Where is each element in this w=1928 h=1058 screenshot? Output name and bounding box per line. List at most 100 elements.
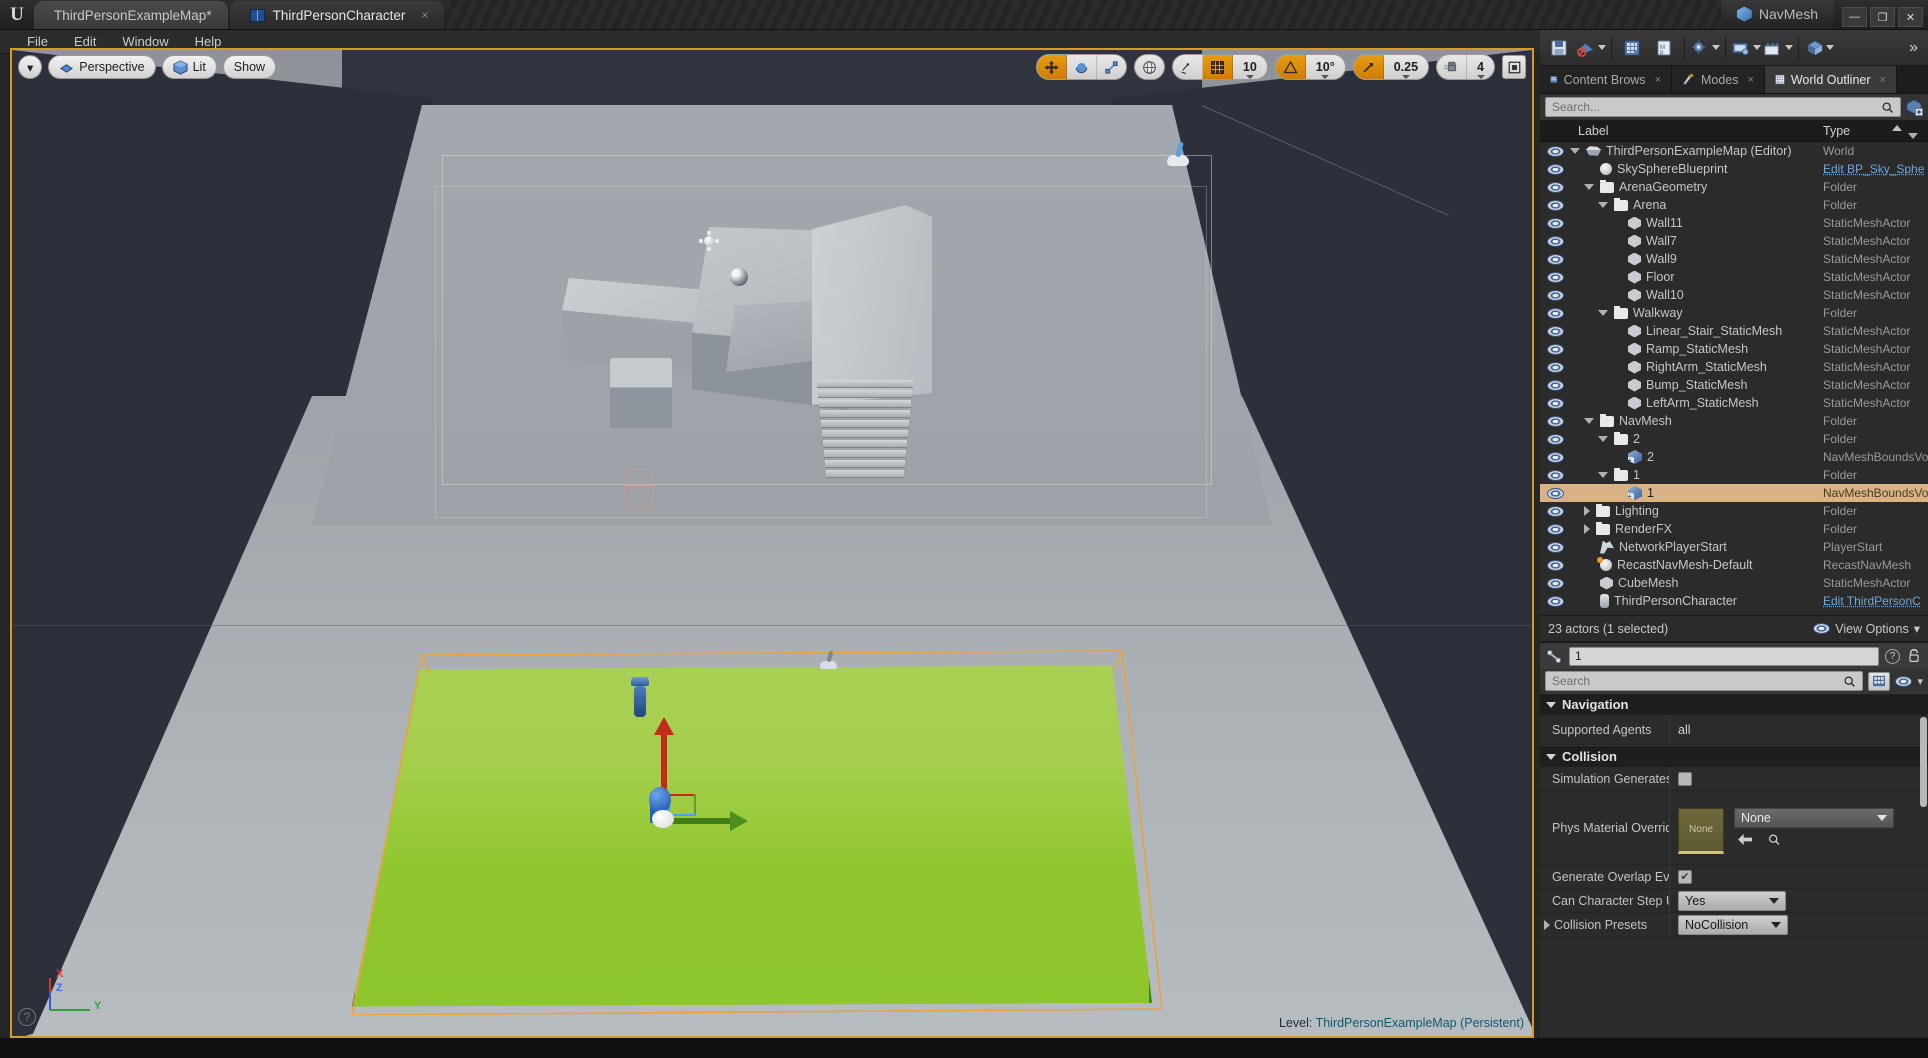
gizmo-center-ball[interactable] bbox=[649, 787, 671, 813]
navmesh-bounds-volume-1[interactable] bbox=[351, 650, 1162, 1015]
grid-snap-toggle[interactable] bbox=[1202, 55, 1233, 79]
outliner-row[interactable]: Arena Folder bbox=[1540, 196, 1928, 214]
outliner-row[interactable]: CubeMesh StaticMeshActor bbox=[1540, 574, 1928, 592]
close-icon[interactable]: × bbox=[421, 8, 428, 22]
outliner-row[interactable]: Wall11 StaticMeshActor bbox=[1540, 214, 1928, 232]
gizmo-plane-handle-yz[interactable] bbox=[694, 794, 696, 816]
content-button[interactable] bbox=[1617, 33, 1647, 63]
outliner-row[interactable]: SkySphereBlueprint Edit BP_Sky_Sphe bbox=[1540, 160, 1928, 178]
details-search-input[interactable]: Search bbox=[1545, 671, 1864, 691]
outliner-row[interactable]: Walkway Folder bbox=[1540, 304, 1928, 322]
chevron-down-icon[interactable] bbox=[1598, 310, 1608, 316]
chevron-down-icon[interactable] bbox=[1570, 148, 1580, 154]
back-arrow-icon[interactable] bbox=[1738, 833, 1753, 846]
outliner-row[interactable]: Wall10 StaticMeshActor bbox=[1540, 286, 1928, 304]
column-options-icon[interactable] bbox=[1908, 132, 1918, 139]
outliner-row[interactable]: ThirdPersonExampleMap (Editor) World bbox=[1540, 142, 1928, 160]
visibility-toggle[interactable] bbox=[1540, 217, 1570, 229]
visibility-toggle[interactable] bbox=[1540, 397, 1570, 409]
visibility-toggle[interactable] bbox=[1540, 307, 1570, 319]
gizmo-pivot[interactable] bbox=[652, 810, 674, 828]
gizmo-plane-handle-xz[interactable] bbox=[668, 794, 696, 796]
restore-button[interactable]: ❐ bbox=[1870, 7, 1895, 27]
view-mode-button[interactable]: Lit bbox=[161, 55, 217, 79]
outliner-row[interactable]: LeftArm_StaticMesh StaticMeshActor bbox=[1540, 394, 1928, 412]
view-options-button[interactable]: View Options ▾ bbox=[1813, 621, 1920, 636]
visibility-toggle[interactable] bbox=[1540, 559, 1570, 571]
gizmo-y-axis[interactable] bbox=[666, 818, 734, 824]
tab-world-outliner[interactable]: World Outliner × bbox=[1764, 66, 1897, 93]
outliner-search-input[interactable]: Search... bbox=[1545, 97, 1901, 117]
outliner-row[interactable]: Bump_StaticMesh StaticMeshActor bbox=[1540, 376, 1928, 394]
chevron-down-icon[interactable] bbox=[1598, 472, 1608, 478]
outliner-row-type[interactable]: Edit BP_Sky_Sphe bbox=[1823, 162, 1928, 176]
visibility-toggle[interactable] bbox=[1540, 145, 1570, 157]
visibility-toggle[interactable] bbox=[1540, 181, 1570, 193]
visibility-toggle[interactable] bbox=[1540, 253, 1570, 265]
outliner-row[interactable]: RenderFX Folder bbox=[1540, 520, 1928, 538]
chevron-down-icon[interactable]: ▾ bbox=[1917, 675, 1923, 688]
outliner-row[interactable]: Wall9 StaticMeshActor bbox=[1540, 250, 1928, 268]
outliner-row-type[interactable]: Edit ThirdPersonC bbox=[1823, 594, 1928, 608]
angle-snap-toggle[interactable] bbox=[1275, 55, 1306, 79]
level-viewport[interactable]: ▾ Perspective Lit Show 10 10° 0.25 4 X Z… bbox=[10, 48, 1534, 1038]
world-outliner-list[interactable]: ThirdPersonExampleMap (Editor) World Sky… bbox=[1540, 142, 1928, 615]
maximize-viewport-button[interactable] bbox=[1502, 55, 1526, 79]
visibility-toggle[interactable] bbox=[1540, 271, 1570, 283]
actor-name-input[interactable]: 1 bbox=[1569, 646, 1879, 666]
visibility-toggle[interactable] bbox=[1540, 451, 1570, 463]
visibility-toggle[interactable] bbox=[1540, 235, 1570, 247]
outliner-row[interactable]: + 1 NavMeshBoundsVo bbox=[1540, 484, 1928, 502]
visibility-toggle[interactable] bbox=[1540, 343, 1570, 355]
visibility-toggle[interactable] bbox=[1540, 199, 1570, 211]
gizmo-z-arrow[interactable] bbox=[654, 717, 674, 735]
visibility-toggle[interactable] bbox=[1540, 433, 1570, 445]
simulation-hit-events-checkbox[interactable] bbox=[1678, 771, 1692, 786]
visibility-toggle[interactable] bbox=[1540, 379, 1570, 391]
property-value[interactable]: all bbox=[1670, 723, 1928, 737]
viewport-3d-scene[interactable] bbox=[12, 50, 1532, 1036]
visibility-toggle[interactable] bbox=[1540, 289, 1570, 301]
source-control-button[interactable] bbox=[1576, 33, 1606, 63]
cinematics-button[interactable] bbox=[1763, 33, 1793, 63]
camera-type-button[interactable]: Perspective bbox=[48, 55, 156, 79]
scale-snap-toggle[interactable] bbox=[1353, 55, 1384, 79]
close-button[interactable]: ✕ bbox=[1898, 7, 1923, 27]
chevron-right-icon[interactable] bbox=[1584, 506, 1590, 516]
minimize-button[interactable]: — bbox=[1842, 7, 1867, 27]
chevron-down-icon[interactable] bbox=[1584, 184, 1594, 190]
chevron-right-icon[interactable] bbox=[1544, 919, 1550, 930]
visibility-toggle[interactable] bbox=[1540, 487, 1570, 499]
outliner-row[interactable]: Floor StaticMeshActor bbox=[1540, 268, 1928, 286]
label-column-header[interactable]: Label bbox=[1570, 124, 1823, 138]
outliner-row[interactable]: + 2 NavMeshBoundsVo bbox=[1540, 448, 1928, 466]
lock-icon[interactable] bbox=[1906, 648, 1922, 664]
viewport-options-button[interactable]: ▾ bbox=[18, 55, 43, 79]
phys-material-dropdown[interactable]: None bbox=[1734, 807, 1894, 828]
scale-mode-button[interactable] bbox=[1097, 55, 1126, 79]
category-navigation[interactable]: Navigation bbox=[1540, 693, 1928, 715]
collision-presets-dropdown[interactable]: NoCollision bbox=[1678, 914, 1788, 935]
world-coordinates-button[interactable] bbox=[1135, 55, 1164, 79]
angle-snap-value[interactable]: 10° bbox=[1306, 55, 1345, 79]
scale-snap-value[interactable]: 0.25 bbox=[1384, 55, 1428, 79]
visibility-toggle[interactable] bbox=[1540, 505, 1570, 517]
outliner-row[interactable]: NetworkPlayerStart PlayerStart bbox=[1540, 538, 1928, 556]
phys-material-thumbnail[interactable]: None bbox=[1678, 807, 1724, 854]
move-mode-button[interactable] bbox=[1036, 55, 1067, 79]
gizmo-y-arrow[interactable] bbox=[730, 811, 748, 831]
rotate-mode-button[interactable] bbox=[1067, 55, 1097, 79]
visibility-toggle[interactable] bbox=[1540, 415, 1570, 427]
outliner-row[interactable]: ArenaGeometry Folder bbox=[1540, 178, 1928, 196]
visibility-toggle[interactable] bbox=[1540, 523, 1570, 535]
outliner-row[interactable]: 1 Folder bbox=[1540, 466, 1928, 484]
tab-modes[interactable]: Modes × bbox=[1672, 66, 1765, 93]
marketplace-button[interactable]: M p bbox=[1649, 33, 1679, 63]
chevron-down-icon[interactable] bbox=[1598, 436, 1608, 442]
major-tab-thirdpersoncharacter[interactable]: ThirdPersonCharacter × bbox=[229, 1, 445, 29]
can-character-step-up-dropdown[interactable]: Yes bbox=[1678, 890, 1786, 911]
details-grid-view-button[interactable] bbox=[1868, 671, 1891, 691]
outliner-row[interactable]: ThirdPersonCharacter Edit ThirdPersonC bbox=[1540, 592, 1928, 610]
settings-button[interactable] bbox=[1690, 33, 1720, 63]
camera-speed-value[interactable]: 4 bbox=[1467, 55, 1494, 79]
